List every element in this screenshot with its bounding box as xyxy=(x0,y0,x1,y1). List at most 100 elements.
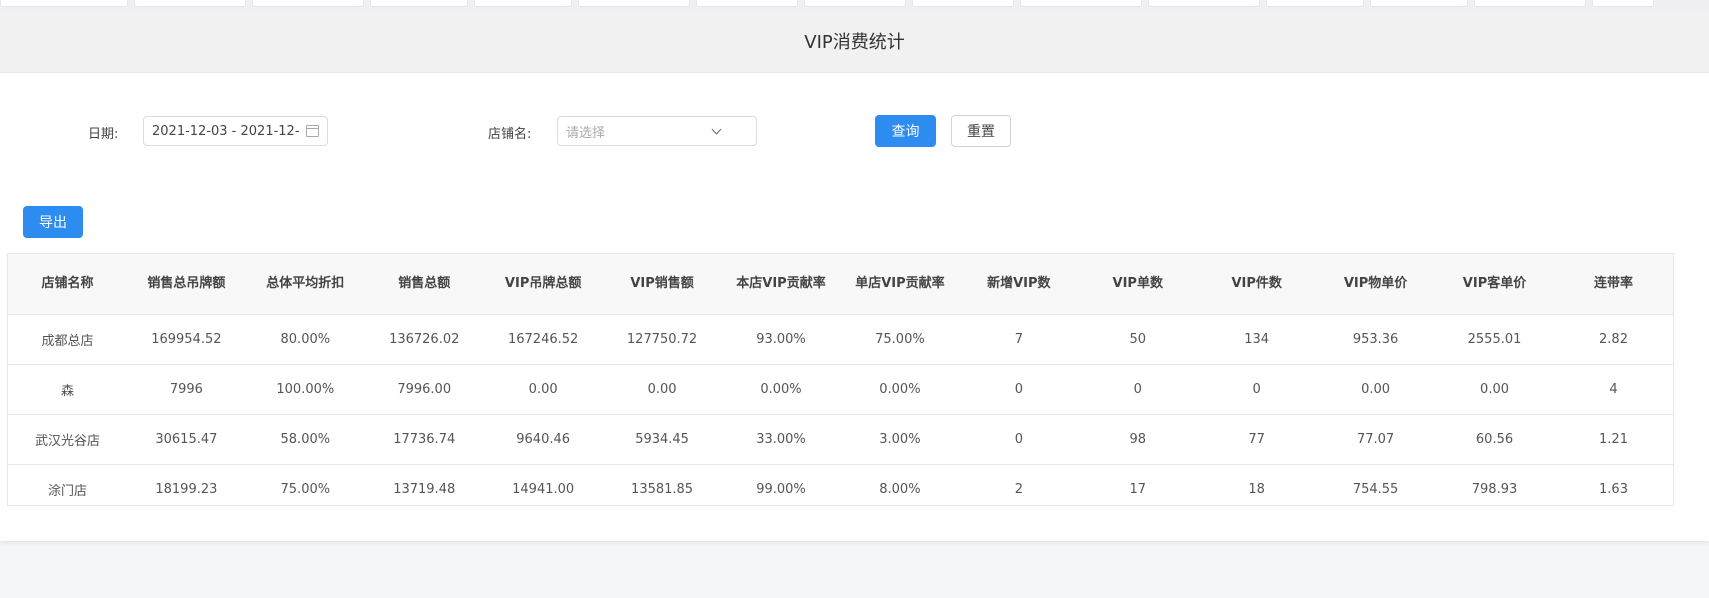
top-tab[interactable] xyxy=(474,0,572,7)
top-tab[interactable] xyxy=(578,0,690,7)
top-tab[interactable] xyxy=(1266,0,1364,7)
table-cell: 127750.72 xyxy=(602,314,722,365)
table-cell: 60.56 xyxy=(1435,414,1554,465)
table-row: 武汉光谷店 30615.47 58.00% 17736.74 9640.46 5… xyxy=(8,414,1673,465)
table-cell: 0.00% xyxy=(840,364,960,415)
table-cell: 75.00% xyxy=(280,482,331,497)
table-cell: 0.00 xyxy=(1316,364,1436,415)
table-cell: 18199.23 xyxy=(155,482,218,497)
table-cell: 武汉光谷店 xyxy=(8,414,127,465)
table-cell: 1.63 xyxy=(1599,482,1628,497)
table-cell: 754.55 xyxy=(1352,482,1399,497)
table-cell: 9640.46 xyxy=(483,414,603,465)
date-range-picker[interactable]: 2021-12-03 - 2021-12- xyxy=(143,116,328,146)
table-cell: 167246.52 xyxy=(483,314,603,365)
table-cell: 134 xyxy=(1197,314,1317,365)
top-tab[interactable] xyxy=(1474,0,1586,7)
table-row: 森 7996 100.00% 7996.00 0.00 0.00 0.00% 0… xyxy=(8,364,1673,415)
table-cell: 0.00 xyxy=(483,364,603,415)
title-bar: VIP消费统计 xyxy=(0,10,1709,73)
table-cell: 100.00% xyxy=(245,364,365,415)
table-cell: 2.82 xyxy=(1553,314,1673,365)
table-cell: 森 xyxy=(8,364,127,415)
table-cell: 0 xyxy=(1197,364,1317,415)
column-header: 销售总吊牌额 xyxy=(126,254,246,315)
top-tab[interactable] xyxy=(696,0,798,7)
table-cell: 75.00% xyxy=(840,314,960,365)
top-tab-strip xyxy=(0,0,1709,10)
table-cell: 涂门店 xyxy=(47,484,87,499)
top-tab[interactable] xyxy=(1148,0,1260,7)
top-tab[interactable] xyxy=(1592,0,1654,7)
table-cell: 13581.85 xyxy=(631,482,694,497)
column-header: VIP销售额 xyxy=(602,254,722,315)
column-header: VIP吊牌总额 xyxy=(483,254,603,315)
table-cell: 0.00% xyxy=(721,364,841,415)
table-cell: 2555.01 xyxy=(1435,314,1554,365)
top-tab[interactable] xyxy=(1370,0,1468,7)
table-cell: 0.00 xyxy=(1435,364,1554,415)
top-tab[interactable] xyxy=(252,0,364,7)
column-header: 本店VIP贡献率 xyxy=(721,254,841,315)
calendar-icon xyxy=(306,125,319,137)
top-tab[interactable] xyxy=(912,0,1014,7)
table-cell: 3.00% xyxy=(840,414,960,465)
top-tab[interactable] xyxy=(1020,0,1142,7)
table-cell: 58.00% xyxy=(245,414,365,465)
column-header: VIP客单价 xyxy=(1435,254,1554,315)
table-cell: 17 xyxy=(1129,482,1147,497)
column-header: 新增VIP数 xyxy=(959,254,1079,315)
table-cell: 0 xyxy=(959,414,1079,465)
top-tab[interactable] xyxy=(0,0,128,7)
table-cell: 7996.00 xyxy=(364,364,484,415)
column-header: VIP单数 xyxy=(1078,254,1198,315)
table-cell: 93.00% xyxy=(721,314,841,365)
top-tab[interactable] xyxy=(370,0,468,7)
table-cell: 33.00% xyxy=(721,414,841,465)
table-cell: 18 xyxy=(1248,482,1265,497)
column-header: 店铺名称 xyxy=(8,254,127,315)
column-header: 连带率 xyxy=(1553,254,1673,315)
reset-button[interactable]: 重置 xyxy=(951,115,1011,147)
table-cell: 7 xyxy=(959,314,1079,365)
query-button[interactable]: 查询 xyxy=(875,115,936,147)
table-cell: 4 xyxy=(1553,364,1673,415)
table-cell: 98 xyxy=(1078,414,1198,465)
table-cell: 1.21 xyxy=(1553,414,1673,465)
column-header: 销售总额 xyxy=(364,254,484,315)
table-cell: 8.00% xyxy=(879,482,921,497)
table-cell: 7996 xyxy=(126,364,246,415)
table-cell: 77.07 xyxy=(1316,414,1436,465)
page-title: VIP消费统计 xyxy=(804,32,905,53)
shop-select-placeholder: 请选择 xyxy=(566,125,606,141)
table-cell: 0 xyxy=(1078,364,1198,415)
table-cell: 136726.02 xyxy=(364,314,484,365)
column-header: 总体平均折扣 xyxy=(245,254,365,315)
shop-label: 店铺名: xyxy=(488,127,532,142)
table-cell: 30615.47 xyxy=(126,414,246,465)
table-cell: 50 xyxy=(1078,314,1198,365)
top-tab[interactable] xyxy=(134,0,246,7)
shop-select[interactable]: 请选择 xyxy=(557,116,757,146)
column-header: 单店VIP贡献率 xyxy=(840,254,960,315)
table-cell: 成都总店 xyxy=(8,314,127,365)
date-label: 日期: xyxy=(88,127,119,142)
table-row: 成都总店 169954.52 80.00% 136726.02 167246.5… xyxy=(8,314,1673,365)
date-range-value: 2021-12-03 - 2021-12- xyxy=(152,123,300,139)
table-cell: 0 xyxy=(959,364,1079,415)
top-tab[interactable] xyxy=(804,0,906,7)
table-cell: 77 xyxy=(1197,414,1317,465)
chevron-down-icon xyxy=(711,124,722,134)
export-button[interactable]: 导出 xyxy=(23,206,83,238)
table-cell: 798.93 xyxy=(1471,482,1518,497)
table-cell: 953.36 xyxy=(1316,314,1436,365)
table-cell: 5934.45 xyxy=(602,414,722,465)
stats-table: 店铺名称 销售总吊牌额 总体平均折扣 销售总额 VIP吊牌总额 VIP销售额 本… xyxy=(8,254,1673,514)
table-cell: 169954.52 xyxy=(126,314,246,365)
column-header: VIP件数 xyxy=(1197,254,1317,315)
vip-stats-table: 店铺名称 销售总吊牌额 总体平均折扣 销售总额 VIP吊牌总额 VIP销售额 本… xyxy=(7,253,1674,506)
table-cell: 99.00% xyxy=(756,482,806,497)
table-cell: 0.00 xyxy=(602,364,722,415)
table-header-row: 店铺名称 销售总吊牌额 总体平均折扣 销售总额 VIP吊牌总额 VIP销售额 本… xyxy=(8,254,1673,315)
table-cell: 80.00% xyxy=(245,314,365,365)
